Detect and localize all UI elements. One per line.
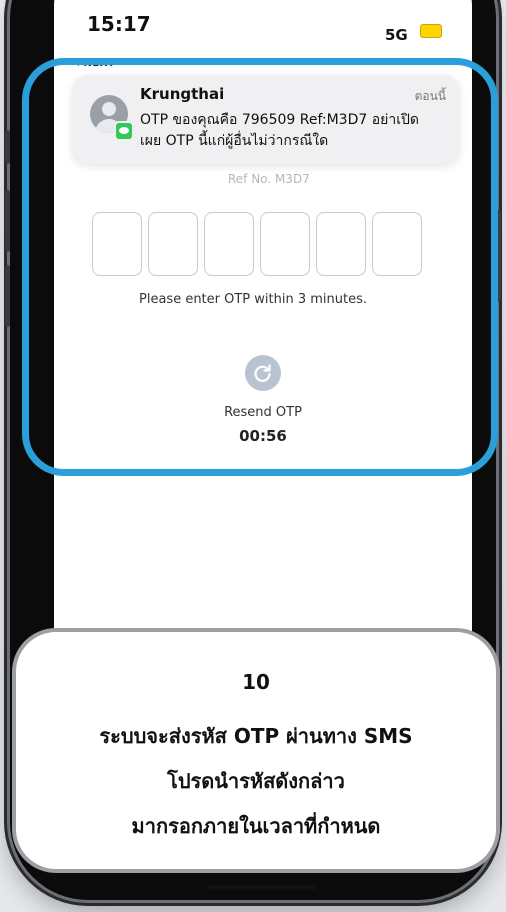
instruction-caption: 10 ระบบจะส่งรหัส OTP ผ่านทาง SMS โปรดนำร… — [12, 628, 500, 873]
highlight-frame — [22, 58, 498, 476]
battery-icon — [420, 24, 442, 38]
caption-line-2: โปรดนำรหัสดังกล่าว — [167, 769, 345, 793]
status-time: 15:17 — [87, 12, 151, 36]
caption-line-1: ระบบจะส่งรหัส OTP ผ่านทาง SMS — [99, 724, 413, 748]
volume-up-button — [5, 190, 10, 252]
caption-line-3: มากรอกภายในเวลาที่กำหนด — [131, 814, 381, 838]
status-carrier: 5G — [385, 26, 408, 44]
home-indicator[interactable] — [206, 885, 316, 890]
mute-switch — [5, 130, 10, 164]
step-number: 10 — [242, 670, 270, 694]
